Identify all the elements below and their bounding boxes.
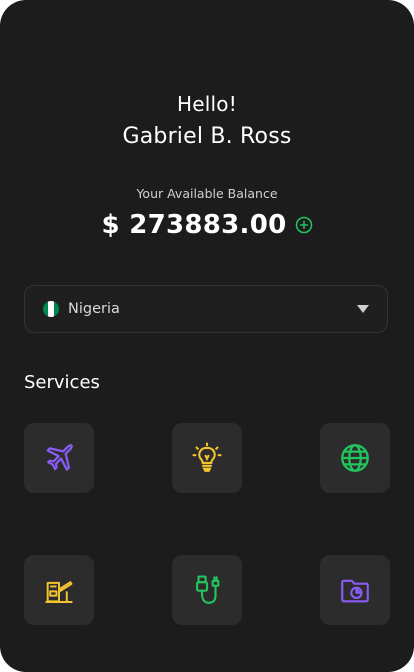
lightbulb-icon xyxy=(190,441,224,475)
user-name: Gabriel B. Ross xyxy=(122,124,292,149)
globe-icon xyxy=(338,441,372,475)
service-electricity-button[interactable] xyxy=(172,423,242,493)
country-name: Nigeria xyxy=(68,301,120,317)
nigeria-flag-icon xyxy=(43,301,59,317)
balance-label: Your Available Balance xyxy=(136,186,278,201)
folder-chart-icon xyxy=(338,573,372,607)
service-reports-button[interactable] xyxy=(320,555,390,625)
service-flights-button[interactable] xyxy=(24,423,94,493)
plus-circle-icon[interactable] xyxy=(295,216,313,234)
service-toll-button[interactable] xyxy=(24,555,94,625)
usb-cable-icon xyxy=(190,573,224,607)
country-select[interactable]: Nigeria xyxy=(24,285,388,333)
service-internet-button[interactable] xyxy=(320,423,390,493)
app-screen: Hello! Gabriel B. Ross Your Available Ba… xyxy=(0,0,414,672)
airplane-icon xyxy=(42,441,76,475)
services-title: Services xyxy=(24,372,100,393)
toll-gate-icon xyxy=(42,573,76,607)
greeting-text: Hello! xyxy=(177,92,237,116)
balance-value: $ 273883.00 xyxy=(101,210,287,240)
triangle-down-icon xyxy=(357,305,369,313)
service-data-button[interactable] xyxy=(172,555,242,625)
balance-row: $ 273883.00 xyxy=(0,210,414,240)
